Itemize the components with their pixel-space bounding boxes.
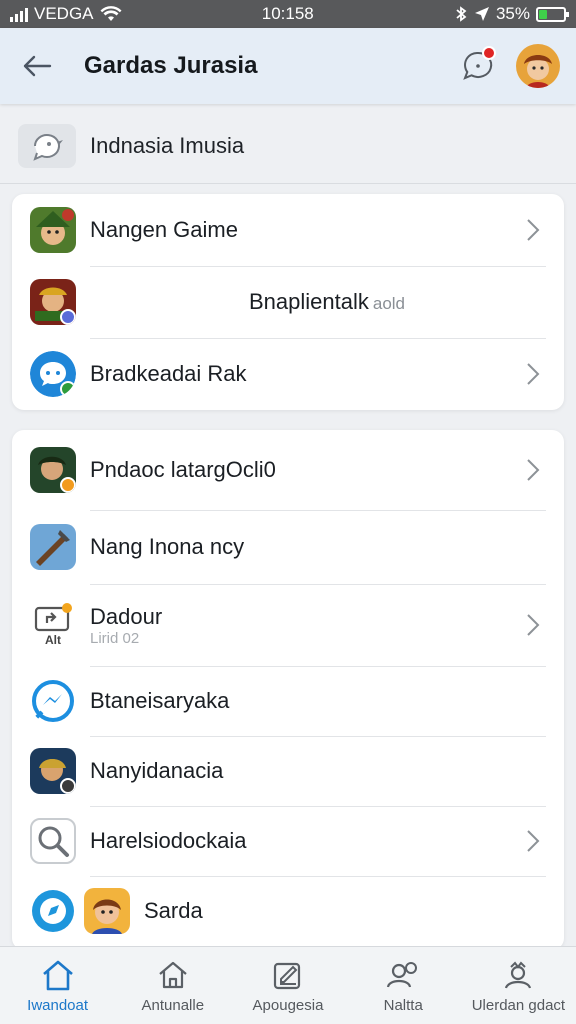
section-header: Indnasia Imusia (0, 108, 576, 184)
game-list-card: Nangen Gaime Bnaplientalk aold Bradkeada… (12, 194, 564, 410)
item-label: Nangen Gaime (90, 217, 238, 242)
nav-item-profile[interactable]: Ulerdan gdact (461, 947, 576, 1024)
contacts-icon (384, 957, 422, 993)
compass-icon (30, 888, 76, 934)
share-icon: Alt (30, 602, 76, 648)
item-label: Dadour (90, 603, 163, 629)
chevron-right-icon (518, 829, 548, 853)
messenger-icon (30, 351, 76, 397)
status-bar: VEDGA 10:158 35% (0, 0, 576, 28)
list-item[interactable]: Pndaoc latargOcli0 (12, 430, 564, 510)
profile-icon (499, 957, 537, 993)
nav-item-edit[interactable]: Apougesia (230, 947, 345, 1024)
chat-button[interactable] (458, 46, 498, 86)
location-arrow-icon (474, 7, 489, 21)
list-item[interactable]: Harelsiodockaia (12, 806, 564, 876)
carrier-label: VEDGA (34, 4, 94, 23)
item-label: Bnaplientalk (248, 289, 369, 314)
warrior-game-icon (30, 279, 76, 325)
signal-icon (10, 6, 28, 22)
list-item[interactable]: Bnaplientalk aold (12, 266, 564, 338)
item-label: Nanyidanacia (90, 758, 224, 783)
section-icon (18, 123, 76, 168)
chevron-right-icon (518, 458, 548, 482)
battery-percent: 35% (495, 4, 530, 23)
battery-icon (536, 6, 569, 22)
weapon-game-icon (30, 524, 76, 570)
list-item[interactable]: Sarda (12, 876, 564, 946)
nav-label: Iwandoat (27, 997, 89, 1014)
app-list-card: Pndaoc latargOcli0 Nang Inona ncy Alt Da… (12, 430, 564, 950)
nav-label: Ulerdan gdact (471, 997, 566, 1014)
item-label: Nang Inona ncy (90, 534, 245, 559)
share-icon-label: Alt (45, 633, 61, 647)
item-label: Sarda (144, 898, 203, 923)
fantasy-game-icon (30, 447, 76, 493)
chevron-right-icon (518, 362, 548, 386)
app-header: Gardas Jurasia (0, 28, 576, 104)
item-label: Pndaoc latargOcli0 (90, 457, 276, 482)
item-note: aold (372, 294, 405, 313)
magnifier-icon (30, 818, 76, 864)
list-item[interactable]: Nangen Gaime (12, 194, 564, 266)
nav-label: Antunalle (141, 997, 205, 1014)
list-item[interactable]: Alt Dadour Lirid 02 (12, 584, 564, 666)
item-label: Btaneisaryaka (90, 688, 230, 713)
nav-item-contacts[interactable]: Naltta (346, 947, 461, 1024)
notification-badge (482, 46, 496, 60)
chevron-right-icon (518, 218, 548, 242)
page-title: Gardas Jurasia (84, 52, 258, 79)
game-character-icon (30, 207, 76, 253)
bluetooth-icon (456, 6, 467, 22)
nav-label: Apougesia (252, 997, 324, 1014)
battery-level (539, 9, 548, 19)
status-time: 10:158 (261, 4, 314, 23)
wifi-icon (100, 6, 122, 22)
back-button[interactable] (16, 45, 58, 87)
avatar[interactable] (516, 44, 560, 88)
nav-label: Naltta (383, 997, 423, 1014)
edit-icon (269, 957, 307, 993)
status-left: VEDGA (10, 4, 122, 24)
home-icon (39, 957, 77, 993)
item-label: Harelsiodockaia (90, 828, 247, 853)
house-icon (154, 957, 192, 993)
bottom-navigation: Iwandoat Antunalle Apougesia Naltta Uler… (0, 946, 576, 1024)
nav-item-home[interactable]: Iwandoat (0, 947, 115, 1024)
item-label: Bradkeadai Rak (90, 361, 247, 386)
list-item[interactable]: Nang Inona ncy (12, 510, 564, 584)
section-title: Indnasia Imusia (90, 132, 245, 158)
user-avatar-icon (516, 44, 560, 88)
arrow-left-icon (23, 55, 52, 77)
item-sublabel: Lirid 02 (90, 629, 140, 647)
princess-game-icon (84, 888, 130, 934)
list-item[interactable]: Bradkeadai Rak (12, 338, 564, 410)
status-right: 35% (454, 4, 569, 24)
messenger-outline-icon (30, 678, 76, 724)
chevron-right-icon (518, 613, 548, 637)
list-item[interactable]: Btaneisaryaka (12, 666, 564, 736)
list-item[interactable]: Nanyidanacia (12, 736, 564, 806)
hero-game-icon (30, 748, 76, 794)
nav-item-house[interactable]: Antunalle (115, 947, 230, 1024)
bird-chat-icon (33, 133, 63, 161)
